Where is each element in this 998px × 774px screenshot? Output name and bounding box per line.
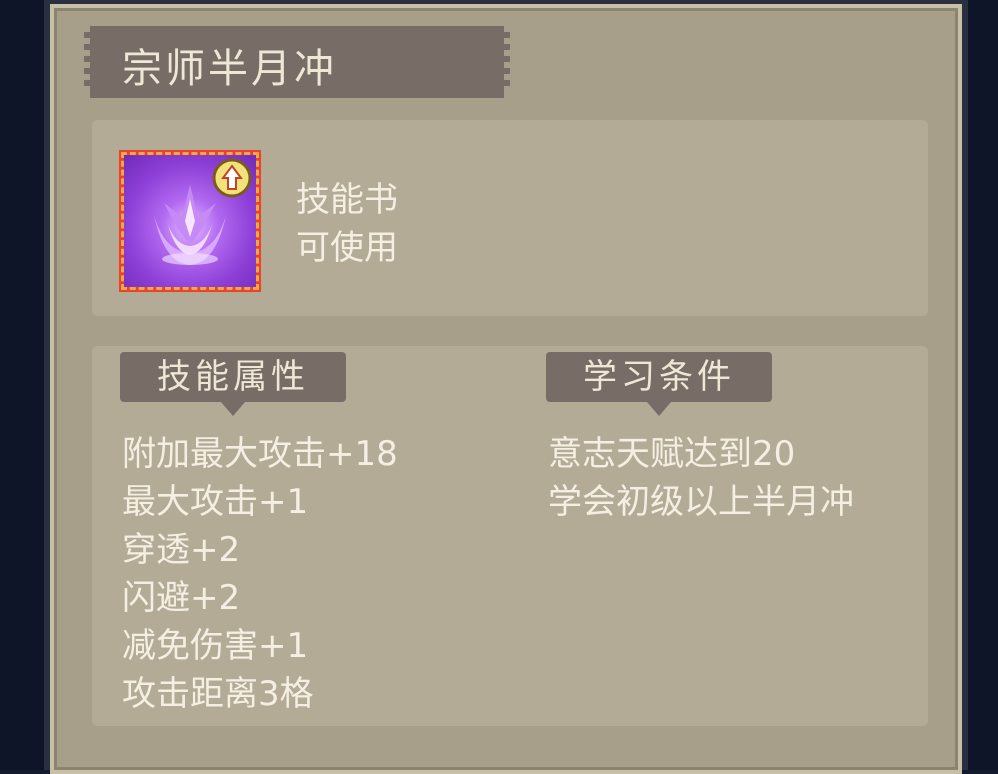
requirement-item: 学会初级以上半月冲: [548, 482, 854, 522]
attribute-item: 闪避+2: [122, 578, 241, 618]
learning-requirements-list: 意志天赋达到20 学会初级以上半月冲: [548, 430, 888, 526]
usable-status-label: 可使用: [296, 228, 398, 268]
attribute-item: 最大攻击+1: [122, 482, 309, 522]
requirement-item: 意志天赋达到20: [548, 434, 796, 474]
attribute-item: 减免伤害+1: [122, 626, 309, 666]
attribute-item: 穿透+2: [122, 530, 241, 570]
attribute-item: 攻击距离3格: [122, 674, 314, 714]
item-type-label: 技能书: [296, 180, 398, 220]
skill-attributes-header: 技能属性: [120, 352, 346, 416]
skill-title: 宗师半月冲: [122, 46, 337, 92]
skill-attributes-list: 附加最大攻击+18 最大攻击+1 穿透+2 闪避+2 减免伤害+1 攻击距离3格: [122, 430, 398, 718]
learning-requirements-header: 学习条件: [546, 352, 772, 416]
upgrade-arrow-icon: [212, 158, 252, 198]
attribute-item: 附加最大攻击+18: [122, 434, 398, 474]
